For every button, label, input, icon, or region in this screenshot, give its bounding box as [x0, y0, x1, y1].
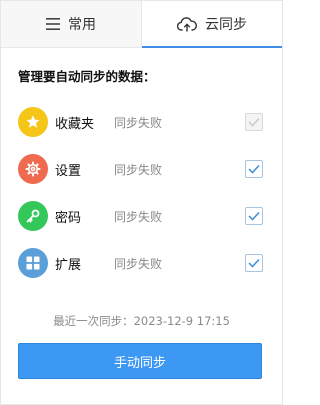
sync-item-label: 收藏夹 — [55, 117, 95, 132]
manual-sync-button[interactable]: 手动同步 — [18, 343, 262, 379]
menu-icon — [46, 18, 60, 30]
tab-cloud-sync-label: 云同步 — [205, 17, 247, 33]
sync-item-label: 设置 — [55, 164, 82, 179]
active-tab-indicator — [142, 46, 282, 48]
sync-status: 同步失败 — [114, 163, 163, 177]
check-icon — [248, 164, 260, 174]
key-icon — [18, 201, 48, 231]
section-heading: 管理要自动同步的数据： — [18, 69, 156, 84]
extensions-checkbox[interactable] — [245, 254, 263, 272]
sync-item-favorites: 收藏夹 同步失败 — [18, 107, 266, 137]
sync-status: 同步失败 — [114, 116, 163, 130]
check-icon — [248, 118, 260, 127]
check-icon — [248, 258, 260, 268]
last-sync-time: 最近一次同步：2023-12-9 17:15 — [53, 314, 230, 328]
star-icon — [18, 107, 48, 137]
gear-icon — [18, 154, 48, 184]
sync-item-label: 扩展 — [55, 258, 82, 273]
sync-item-label: 密码 — [55, 211, 82, 226]
passwords-checkbox[interactable] — [245, 207, 263, 225]
check-icon — [248, 211, 260, 221]
cloud-upload-icon — [177, 16, 197, 32]
sync-item-extensions: 扩展 同步失败 — [18, 248, 266, 278]
tab-common-label: 常用 — [68, 17, 96, 33]
settings-checkbox[interactable] — [245, 160, 263, 178]
tab-cloud-sync[interactable]: 云同步 — [142, 1, 282, 48]
favorites-checkbox[interactable] — [245, 113, 263, 131]
extensions-grid-icon — [18, 248, 48, 278]
sync-panel: 常用 云同步 管理要自动同步的数据： 收藏夹 同步失败 设置 同步失败 密码 同… — [0, 0, 283, 405]
sync-item-passwords: 密码 同步失败 — [18, 201, 266, 231]
tab-bar: 常用 云同步 — [1, 1, 282, 48]
sync-item-settings: 设置 同步失败 — [18, 154, 266, 184]
tab-common[interactable]: 常用 — [1, 1, 142, 47]
sync-status: 同步失败 — [114, 257, 163, 271]
sync-status: 同步失败 — [114, 210, 163, 224]
